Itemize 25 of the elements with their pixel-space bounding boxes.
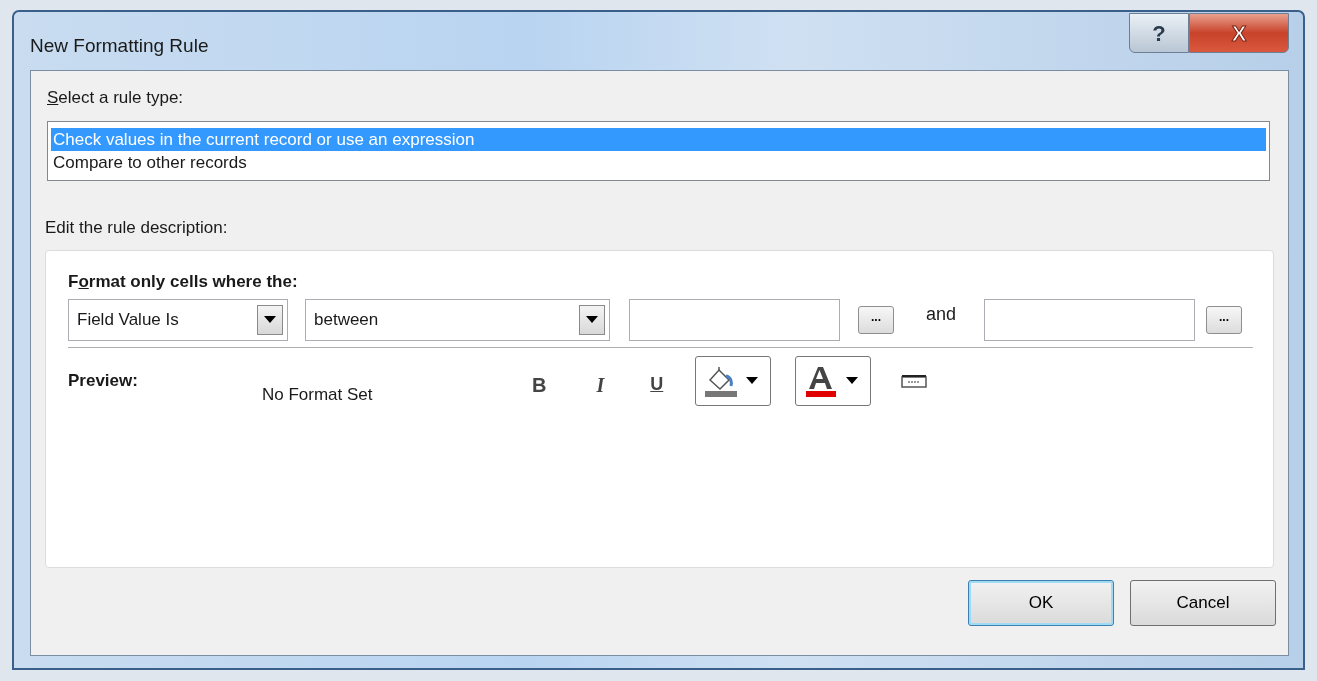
rule-type-label: Select a rule type: xyxy=(47,87,185,109)
window-title: New Formatting Rule xyxy=(30,34,209,58)
browse-button[interactable]: ... xyxy=(1206,305,1243,334)
operator-dropdown[interactable]: between xyxy=(305,298,610,341)
italic-button[interactable]: I xyxy=(596,369,605,400)
rule-type-list[interactable]: Check values in the current record or use an expression Compare to other records xyxy=(47,120,1270,181)
value-input-field[interactable] xyxy=(629,298,840,341)
preview-label: Preview: xyxy=(68,369,139,392)
condition-label: Format only cells where the: xyxy=(68,271,299,293)
caret-icon xyxy=(746,377,759,384)
caret-icon xyxy=(846,377,859,384)
font-color-button[interactable] xyxy=(795,355,872,406)
and-label: and xyxy=(926,303,957,326)
fill-color-button[interactable] xyxy=(695,355,772,406)
dialog-button[interactable]: OK xyxy=(968,580,1114,626)
dialog-button[interactable]: Cancel xyxy=(1130,580,1276,626)
list-item[interactable]: Compare to other records xyxy=(51,150,1266,174)
browse-button[interactable]: ... xyxy=(858,305,894,334)
help-button[interactable]: ? xyxy=(1129,13,1189,53)
bold-button[interactable]: B xyxy=(532,369,547,400)
underline-button[interactable]: U xyxy=(650,371,664,398)
description-label: Edit the rule description: xyxy=(45,216,229,239)
field-dropdown[interactable]: Field Value Is xyxy=(68,298,288,341)
value-input-field[interactable] xyxy=(984,298,1196,341)
preview-text: No Format Set xyxy=(262,383,374,406)
